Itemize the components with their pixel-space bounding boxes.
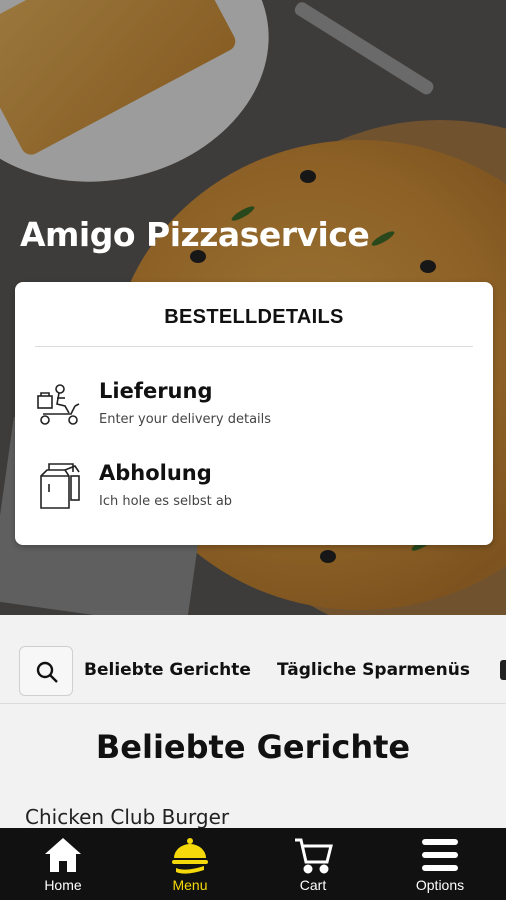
menu-lines-icon bbox=[422, 839, 458, 871]
divider bbox=[35, 346, 473, 347]
pickup-option[interactable]: Abholung Ich hole es selbst ab bbox=[35, 456, 465, 526]
category-overflow-indicator bbox=[500, 660, 506, 680]
delivery-subtitle: Enter your delivery details bbox=[99, 412, 272, 427]
card-title: BESTELLDETAILS bbox=[164, 306, 344, 328]
nav-home-label: Home bbox=[44, 877, 82, 893]
restaurant-name: Amigo Pizzaservice bbox=[20, 215, 370, 254]
order-details-card: BESTELLDETAILS Lieferung Enter your deli… bbox=[15, 282, 493, 545]
delivery-option[interactable]: Lieferung Enter your delivery details bbox=[35, 374, 465, 444]
category-tab-popular[interactable]: Beliebte Gerichte bbox=[84, 660, 251, 680]
nav-menu[interactable]: Menu bbox=[127, 828, 253, 900]
category-bar: Beliebte Gerichte Tägliche Sparmenüs bbox=[0, 636, 506, 704]
cart-icon bbox=[295, 838, 333, 874]
category-tab-daily-deals[interactable]: Tägliche Sparmenüs bbox=[277, 660, 470, 680]
home-icon bbox=[45, 838, 81, 872]
section-title: Beliebte Gerichte bbox=[95, 728, 411, 766]
delivery-scooter-icon bbox=[37, 384, 80, 425]
menu-item-name[interactable]: Chicken Club Burger bbox=[25, 805, 229, 829]
search-button[interactable] bbox=[19, 646, 73, 696]
pickup-title: Abholung bbox=[99, 461, 212, 485]
search-icon bbox=[36, 661, 58, 683]
bottom-navigation: Home Menu Cart Options bbox=[0, 828, 506, 900]
nav-options-label: Options bbox=[415, 877, 465, 893]
nav-menu-label: Menu bbox=[172, 877, 208, 893]
delivery-title: Lieferung bbox=[99, 379, 213, 403]
serving-dish-icon bbox=[172, 838, 208, 874]
nav-options[interactable]: Options bbox=[377, 828, 503, 900]
nav-home[interactable]: Home bbox=[0, 828, 126, 900]
nav-cart[interactable]: Cart bbox=[250, 828, 376, 900]
nav-cart-label: Cart bbox=[299, 877, 327, 893]
pickup-bag-icon bbox=[40, 463, 80, 509]
pickup-subtitle: Ich hole es selbst ab bbox=[99, 494, 233, 509]
